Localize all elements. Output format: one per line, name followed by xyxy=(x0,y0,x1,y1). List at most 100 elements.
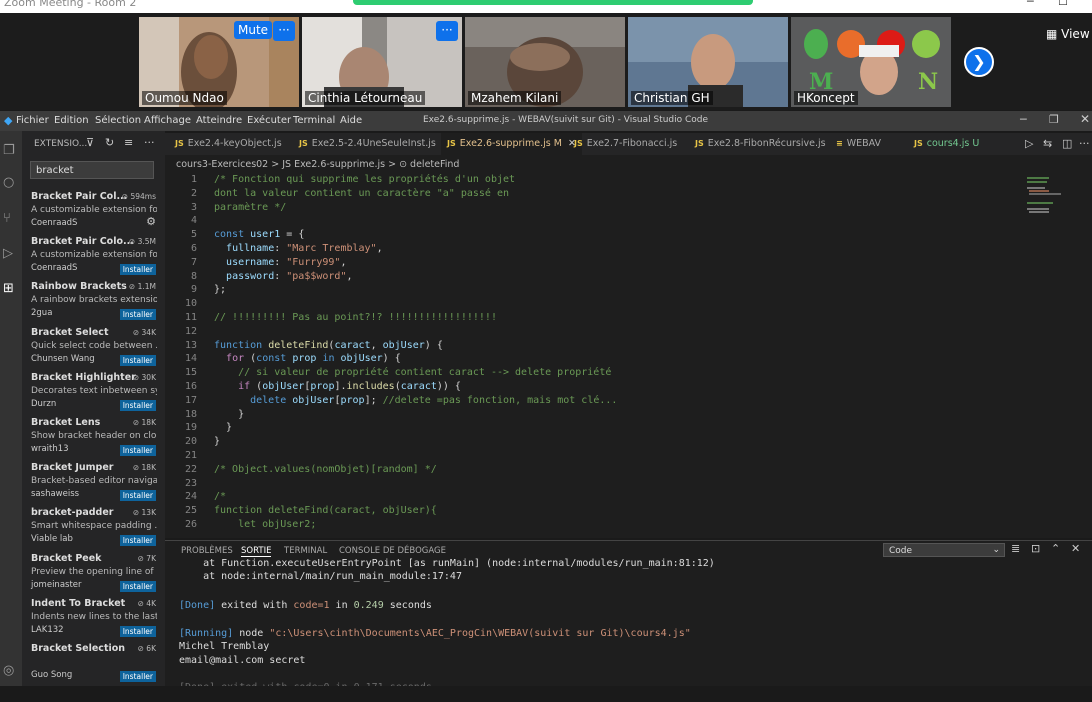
run-icon[interactable]: ▷ xyxy=(1025,137,1033,150)
editor-tab[interactable]: JS Exe2.4-keyObject.js xyxy=(169,133,288,155)
clear-icon[interactable]: ≡ xyxy=(124,136,133,149)
filter-icon[interactable]: ⊽ xyxy=(86,136,94,149)
clear-output-icon[interactable]: ≣ xyxy=(1011,542,1020,555)
code-line: 11// !!!!!!!!! Pas au point?!? !!!!!!!!!… xyxy=(184,311,497,323)
extension-name: Bracket Peek xyxy=(31,552,102,564)
account-icon[interactable]: ◎ xyxy=(3,663,14,678)
install-button[interactable]: Installer xyxy=(119,399,156,411)
view-button[interactable]: ▦ View xyxy=(1046,27,1090,41)
editor-tab[interactable]: JS Exe2.8-FibonRécursive.js xyxy=(689,133,832,155)
tab-terminal[interactable]: TERMINAL xyxy=(284,546,327,556)
explorer-icon[interactable]: ❐ xyxy=(3,143,15,158)
tab-sortie[interactable]: SORTIE xyxy=(241,546,272,557)
extension-list-item[interactable]: Bracket Peek ⊘ 7K Preview the opening line… xyxy=(30,553,158,598)
output-line: [Running] node "c:\Users\cinth\Documents… xyxy=(179,628,691,639)
download-icon: ⊘ xyxy=(137,644,147,653)
next-page-button[interactable]: ❯ xyxy=(964,47,994,77)
minimize-icon[interactable]: ─ xyxy=(1027,0,1034,8)
gear-icon[interactable]: ⚙ xyxy=(146,215,156,228)
extension-downloads: ⊘ 34K xyxy=(133,328,156,337)
tab-label: Exe2.8-FibonRécursive.js xyxy=(707,138,826,149)
window-title: Exe2.6-supprime.js - WEBAV(suivit sur Gi… xyxy=(423,115,709,125)
menu-terminal[interactable]: Terminal xyxy=(293,115,335,126)
extensions-icon[interactable]: ⊞ xyxy=(3,281,14,296)
extension-author: sashaweiss xyxy=(31,489,80,500)
install-button[interactable]: Installer xyxy=(119,671,156,682)
more-options-button[interactable]: ··· xyxy=(436,21,458,41)
split-editor-icon[interactable]: ◫ xyxy=(1062,137,1072,150)
extension-list-item[interactable]: Bracket Highlighter ⊘ 30K Decorates text i… xyxy=(30,372,158,417)
participant-video-tile[interactable]: Christian GH xyxy=(628,17,788,107)
minimize-icon[interactable]: ─ xyxy=(1020,113,1027,126)
extension-list-item[interactable]: Indent To Bracket ⊘ 4K Indents new lines t… xyxy=(30,598,158,643)
menu-executer[interactable]: Exécuter xyxy=(247,115,291,126)
extension-list-item[interactable]: bracket-padder ⊘ 13K Smart whitespace padd… xyxy=(30,507,158,552)
code-line: 18 } xyxy=(184,408,245,420)
extension-description: Preview the opening line of ... xyxy=(31,566,157,577)
source-control-icon[interactable]: ⑂ xyxy=(3,211,11,226)
refresh-icon[interactable]: ↻ xyxy=(105,136,114,149)
file-type-icon: ≡ xyxy=(836,139,843,148)
install-button[interactable]: Installer xyxy=(119,309,156,321)
tab-problemes[interactable]: PROBLÈMES xyxy=(181,546,233,556)
maximize-icon[interactable]: ☐ xyxy=(1058,0,1068,8)
extension-list-item[interactable]: Rainbow Brackets ⊘ 1.1M A rainbow brackets… xyxy=(30,281,158,326)
editor-tab[interactable]: JS cours4.js U xyxy=(908,133,985,155)
install-button[interactable]: Installer xyxy=(119,625,156,637)
search-icon[interactable]: ○ xyxy=(3,175,14,190)
run-debug-icon[interactable]: ▷ xyxy=(3,246,13,261)
close-icon[interactable]: ✕ xyxy=(1080,112,1090,126)
mute-button[interactable]: Mute xyxy=(234,21,273,39)
extension-list-item[interactable]: Bracket Select ⊘ 34K Quick select code bet… xyxy=(30,327,158,372)
output-channel-select[interactable]: Code ⌄ xyxy=(883,543,1005,557)
editor-tab[interactable]: JS Exe2.5-2.4UneSeuleInst.js xyxy=(293,133,442,155)
more-icon[interactable]: ··· xyxy=(1079,137,1090,150)
lock-icon[interactable]: ⊡ xyxy=(1031,542,1040,555)
minimap[interactable] xyxy=(1025,175,1075,235)
install-button[interactable]: Installer xyxy=(119,445,156,456)
extension-downloads: ⊘ 6K xyxy=(138,644,156,653)
compare-icon[interactable]: ⇆ xyxy=(1043,137,1052,150)
menu-edition[interactable]: Edition xyxy=(54,115,89,126)
menu-atteindre[interactable]: Atteindre xyxy=(196,115,242,126)
menu-fichier[interactable]: Fichier xyxy=(16,115,49,126)
output-token: node xyxy=(233,628,270,639)
extension-author: Durzn xyxy=(31,398,57,409)
editor-tab[interactable]: JS Exe2.6-supprime.js M ✕ xyxy=(441,133,582,155)
more-options-button[interactable]: ··· xyxy=(273,21,295,41)
menu-aide[interactable]: Aide xyxy=(340,115,362,126)
extension-search-input[interactable]: bracket xyxy=(30,161,154,179)
install-button[interactable]: Installer xyxy=(119,264,156,276)
participant-name: Oumou Ndao xyxy=(142,91,227,105)
install-button[interactable]: Installer xyxy=(119,535,156,547)
code-line: 5 const user1 = { xyxy=(190,229,305,241)
code-line: 8 password: "pa$$word", xyxy=(190,270,353,282)
extension-list-item[interactable]: Bracket Jumper ⊘ 18K Bracket-based editor … xyxy=(30,462,158,507)
participant-video-tile[interactable]: Mzahem Kilani xyxy=(465,17,625,107)
install-button[interactable]: Installer xyxy=(119,354,156,366)
maximize-panel-icon[interactable]: ⌃ xyxy=(1051,542,1060,555)
participant-video-tile[interactable]: MN HKoncept xyxy=(791,17,951,107)
more-icon[interactable]: ··· xyxy=(144,136,155,149)
output-token: [Done] xyxy=(179,600,216,611)
extension-list-item[interactable]: Bracket Lens ⊘ 18K Show bracket header on … xyxy=(30,417,158,462)
editor-tab[interactable]: ≡ WEBAV xyxy=(830,133,887,155)
extensions-sidebar: EXTENSIO... ⊽ ↻ ≡ ··· bracket Bracket Pa… xyxy=(22,131,165,686)
restore-icon[interactable]: ❐ xyxy=(1049,113,1059,126)
chevron-down-icon: ⌄ xyxy=(992,545,1000,555)
extension-list-item[interactable]: Bracket Pair Colo... ⊘ 3.5M A customizable… xyxy=(30,236,158,281)
close-panel-icon[interactable]: ✕ xyxy=(1071,542,1080,555)
download-count: 594ms xyxy=(130,192,156,201)
code-line: 6 fullname: "Marc Tremblay", xyxy=(190,242,383,254)
extension-description: Bracket-based editor naviga... xyxy=(31,476,157,487)
extension-list-item[interactable]: Bracket Pair Col... ⊘ 594ms A customizable… xyxy=(30,191,158,236)
extension-name: Rainbow Brackets xyxy=(31,281,127,293)
extension-list-item[interactable]: Bracket Selection ⊘ 6K Guo Song Installer xyxy=(30,643,158,688)
tab-label: Exe2.4-keyObject.js xyxy=(187,138,282,149)
install-button[interactable]: Installer xyxy=(119,490,156,502)
install-button[interactable]: Installer xyxy=(119,580,156,592)
menu-selection[interactable]: Sélection xyxy=(95,115,141,126)
editor-tab[interactable]: JS Exe2.7-Fibonacci.js xyxy=(568,133,683,155)
menu-affichage[interactable]: Affichage xyxy=(144,115,191,126)
tab-console-debogage[interactable]: CONSOLE DE DÉBOGAGE xyxy=(339,546,446,556)
